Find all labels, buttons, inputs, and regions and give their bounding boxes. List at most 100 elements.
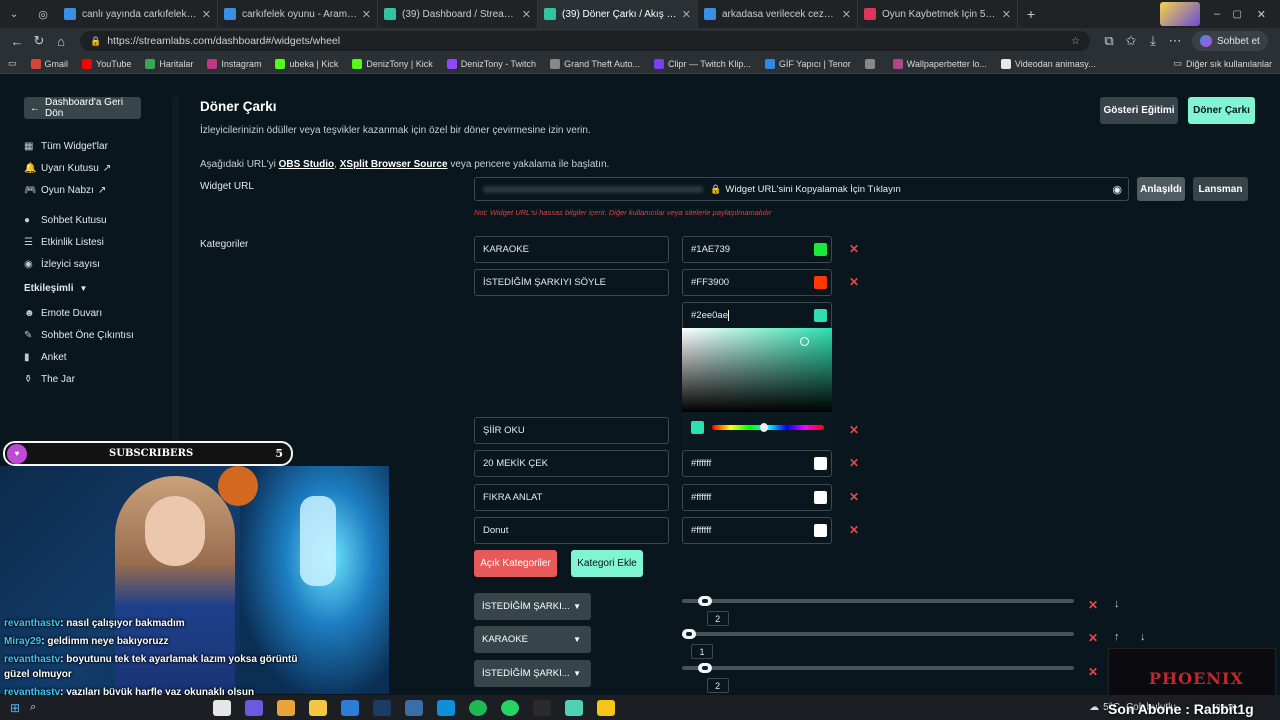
bookmark-item[interactable]: YouTube — [82, 58, 131, 69]
tab-5[interactable]: Oyun Kaybetmek İçin 50 Eğlenceli ✕ — [858, 0, 1018, 28]
bookmark-item[interactable]: DenizTony - Twitch — [446, 58, 536, 69]
add-category-button[interactable]: Kategori Ekle — [571, 550, 643, 577]
store-icon[interactable] — [341, 699, 360, 716]
slice-size-slider[interactable] — [682, 596, 1074, 606]
bookmark-item[interactable]: Gmail — [30, 58, 68, 69]
delete-category-icon[interactable]: ✕ — [849, 523, 859, 537]
slice-size-slider[interactable] — [682, 663, 1074, 673]
bookmark-item[interactable]: Instagram — [207, 58, 261, 69]
obs-icon[interactable] — [533, 699, 552, 716]
bookmark-item[interactable]: GİF Yapıcı | Tenor — [764, 58, 851, 69]
copilot-app-icon[interactable] — [277, 699, 296, 716]
sidebar-section-item-3[interactable]: ⚱ The Jar — [24, 374, 75, 385]
close-tab-icon[interactable]: ✕ — [522, 8, 531, 21]
delete-slice-icon[interactable]: ✕ — [1088, 598, 1098, 612]
category-name-input[interactable]: İSTEDİĞİM ŞARKIYI SÖYLE — [474, 269, 669, 296]
discord-icon[interactable] — [245, 699, 264, 716]
hue-handle[interactable] — [760, 423, 768, 432]
category-name-input[interactable]: 20 MEKİK ÇEK — [474, 450, 669, 477]
move-down-icon[interactable]: ↓ — [1114, 598, 1120, 610]
color-swatch[interactable] — [814, 276, 827, 289]
delete-category-icon[interactable]: ✕ — [849, 423, 859, 437]
eye-icon[interactable]: ◉ — [1112, 183, 1122, 196]
tab-3[interactable]: (39) Döner Çarkı / Akış Laboratuva ✕ — [538, 0, 698, 28]
color-swatch[interactable] — [814, 491, 827, 504]
color-swatch[interactable] — [814, 243, 827, 256]
category-name-input[interactable]: FIKRA ANLAT — [474, 484, 669, 511]
category-color-input[interactable]: #ffffff — [682, 517, 832, 544]
url-field[interactable]: 🔒 https://streamlabs.com/dashboard#/widg… — [80, 31, 1090, 51]
bookmark-item[interactable]: Haritalar — [145, 58, 193, 69]
sidebar-section-item-0[interactable]: ☻ Emote Duvarı — [24, 308, 102, 319]
minimize-icon[interactable]: – — [1214, 8, 1220, 20]
spotify-icon[interactable] — [469, 699, 488, 716]
close-tab-icon[interactable]: ✕ — [682, 8, 691, 21]
steam-icon[interactable] — [373, 699, 392, 716]
tab-2[interactable]: (39) Dashboard / Streamlabs ✕ — [378, 0, 538, 28]
xsplit-link[interactable]: XSplit Browser Source — [340, 159, 448, 170]
color-picker[interactable] — [682, 328, 832, 448]
sidebar-item-2[interactable]: 🎮 Oyun Nabzı ↗ — [24, 185, 106, 196]
bookmark-item[interactable]: DenizTony | Kick — [352, 58, 433, 69]
app-icon[interactable] — [405, 699, 424, 716]
close-tab-icon[interactable]: ✕ — [842, 8, 851, 21]
understood-button[interactable]: Anlaşıldı — [1137, 177, 1185, 201]
sidebar-item-5[interactable]: ◉ İzleyici sayısı — [24, 259, 100, 270]
delete-category-icon[interactable]: ✕ — [849, 490, 859, 504]
delete-category-icon[interactable]: ✕ — [849, 242, 859, 256]
app2-icon[interactable] — [597, 699, 616, 716]
back-icon[interactable]: ← — [6, 34, 28, 49]
sidebar-item-4[interactable]: ☰ Etkinlik Listesi — [24, 237, 104, 248]
widget-url-field[interactable]: 🔒 Widget URL'sini Kopyalamak İçin Tıklay… — [474, 177, 1129, 201]
bookmark-item[interactable]: Videodan animasy... — [1000, 58, 1096, 69]
other-bookmarks[interactable]: ▭ Diğer sık kullanılanlar — [1173, 58, 1272, 69]
color-swatch[interactable] — [814, 524, 827, 537]
slice-size-slider[interactable] — [682, 629, 1074, 639]
sidebar-item-0[interactable]: ▦ Tüm Widget'lar — [24, 141, 108, 152]
delete-category-icon[interactable]: ✕ — [849, 275, 859, 289]
sidebar-item-3[interactable]: ● Sohbet Kutusu — [24, 215, 107, 226]
maximize-icon[interactable]: ▢ — [1233, 9, 1242, 20]
file-explorer-icon[interactable] — [309, 699, 328, 716]
category-color-input[interactable]: #ffffff — [682, 450, 832, 477]
delete-slice-icon[interactable]: ✕ — [1088, 665, 1098, 679]
extensions-icon[interactable]: ⧉ — [1098, 33, 1120, 49]
obs-studio-link[interactable]: OBS Studio — [279, 159, 335, 170]
new-tab-button[interactable]: + — [1018, 6, 1044, 22]
tab-actions-menu-icon[interactable]: ⌄ — [0, 9, 28, 20]
saturation-area[interactable] — [682, 328, 832, 412]
tab-4[interactable]: arkadasa verilecek ceza örnekleri ✕ — [698, 0, 858, 28]
downloads-icon[interactable]: ⤓ — [1142, 33, 1164, 49]
slice-category-select[interactable]: İSTEDİĞİM ŞARKI... ▼ — [474, 593, 591, 620]
category-color-input[interactable]: #2ee0ae — [682, 302, 832, 329]
whatsapp-icon[interactable] — [501, 699, 520, 716]
delete-slice-icon[interactable]: ✕ — [1088, 631, 1098, 645]
bookmark-apps-icon[interactable]: ▭ — [8, 58, 17, 69]
category-color-input[interactable]: #ffffff — [682, 484, 832, 511]
edge-icon[interactable] — [437, 699, 456, 716]
bookmark-item[interactable]: Clipr — Twitch Klip... — [653, 58, 751, 69]
slice-category-select[interactable]: KARAOKE ▼ — [474, 626, 591, 653]
settings-icon[interactable]: ⋯ — [1164, 33, 1186, 49]
bookmark-item[interactable]: Grand Theft Auto... — [550, 58, 640, 69]
streamlabs-icon[interactable] — [565, 699, 584, 716]
category-name-input[interactable]: Donut — [474, 517, 669, 544]
close-tab-icon[interactable]: ✕ — [202, 8, 211, 21]
color-swatch[interactable] — [814, 457, 827, 470]
copilot-chat-button[interactable]: Sohbet et — [1192, 31, 1268, 51]
slider-handle[interactable] — [697, 596, 712, 606]
slice-category-select[interactable]: İSTEDİĞİM ŞARKI... ▼ — [474, 660, 591, 687]
hue-slider[interactable] — [712, 423, 824, 432]
wheel-button[interactable]: Döner Çarkı — [1188, 97, 1255, 124]
category-color-input[interactable]: #1AE739 — [682, 236, 832, 263]
sidebar-section-item-1[interactable]: ✎ Sohbet Öne Çıkıntısı — [24, 330, 134, 341]
star-icon[interactable]: ☆ — [1071, 36, 1080, 47]
tab-0[interactable]: canlı yayında carkıfelek oyunu - Ar ✕ — [58, 0, 218, 28]
slider-handle[interactable] — [697, 663, 712, 673]
slider-handle[interactable] — [682, 629, 696, 639]
show-tutorial-button[interactable]: Gösteri Eğitimi — [1100, 97, 1178, 124]
close-tab-icon[interactable]: ✕ — [1002, 8, 1011, 21]
favorites-icon[interactable]: ✩ — [1120, 33, 1142, 49]
home-icon[interactable]: ⌂ — [50, 34, 72, 49]
category-name-input[interactable]: ŞİİR OKU — [474, 417, 669, 444]
